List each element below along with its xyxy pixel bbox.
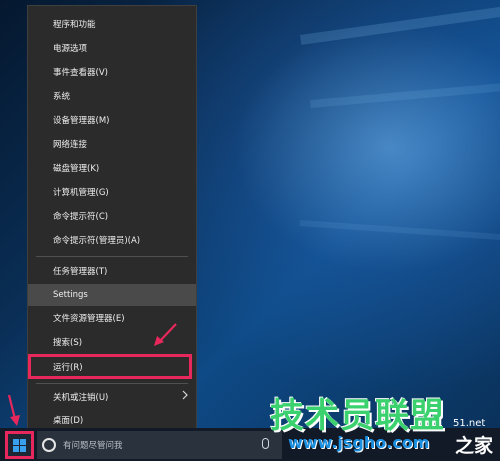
menu-item-label: 关机或注销(U) — [53, 393, 109, 403]
menu-item-label: 磁盘管理(K) — [53, 164, 100, 174]
menu-item-settings[interactable]: Settings — [28, 284, 196, 306]
menu-item-label: 设备管理器(M) — [53, 116, 110, 126]
menu-item-event-viewer[interactable]: 事件查看器(V) — [28, 62, 196, 84]
menu-item-label: 文件资源管理器(E) — [53, 314, 125, 324]
menu-separator — [36, 256, 188, 257]
watermark-brand: 技术员联盟 — [270, 396, 445, 436]
menu-item-device-manager[interactable]: 设备管理器(M) — [28, 110, 196, 132]
taskbar-search-box[interactable]: 有问题尽管问我 — [37, 431, 282, 459]
pointer-arrow-icon — [7, 394, 20, 426]
menu-item-label: 电源选项 — [53, 44, 88, 54]
menu-item-system[interactable]: 系统 — [28, 86, 196, 108]
menu-item-label: 搜索(S) — [53, 338, 83, 348]
menu-item-programs-features[interactable]: 程序和功能 — [28, 14, 196, 36]
menu-item-command-prompt[interactable]: 命令提示符(C) — [28, 206, 196, 228]
watermark-url: www.jsgho.com — [288, 433, 430, 452]
wallpaper-light-beam — [300, 1, 500, 45]
menu-item-label: 计算机管理(G) — [53, 188, 109, 198]
menu-item-label: 程序和功能 — [53, 20, 96, 30]
search-placeholder: 有问题尽管问我 — [63, 441, 123, 451]
menu-item-power-options[interactable]: 电源选项 — [28, 38, 196, 60]
menu-separator — [36, 383, 188, 384]
pointer-arrow-icon — [154, 323, 177, 346]
microphone-icon[interactable] — [262, 438, 269, 449]
menu-item-network-connections[interactable]: 网络连接 — [28, 134, 196, 156]
wallpaper-light-beam — [299, 220, 500, 243]
menu-item-label: 网络连接 — [53, 140, 88, 150]
watermark: 技术员联盟 51.net www.jsgho.com 之家 — [270, 388, 500, 461]
wallpaper-light-beam — [310, 79, 500, 108]
menu-item-label: 事件查看器(V) — [53, 68, 108, 78]
windows-logo-icon — [13, 438, 26, 452]
cortana-circle-icon — [42, 438, 56, 452]
menu-item-label: 任务管理器(T) — [53, 267, 108, 277]
run-item-highlight-box — [28, 354, 192, 379]
menu-item-command-prompt-admin[interactable]: 命令提示符(管理员)(A) — [28, 230, 196, 252]
watermark-suffix: 之家 — [455, 435, 494, 457]
menu-item-label: 系统 — [53, 92, 71, 102]
menu-item-label: 命令提示符(C) — [53, 212, 109, 222]
watermark-side-text: 51.net — [453, 418, 486, 429]
chevron-right-icon — [182, 387, 188, 409]
start-button[interactable] — [5, 431, 34, 459]
menu-item-task-manager[interactable]: 任务管理器(T) — [28, 261, 196, 283]
menu-item-label: Settings — [53, 290, 88, 300]
menu-item-disk-management[interactable]: 磁盘管理(K) — [28, 158, 196, 180]
menu-item-shutdown-signout[interactable]: 关机或注销(U) — [28, 387, 196, 409]
menu-item-label: 桌面(D) — [53, 416, 84, 426]
menu-item-label: 命令提示符(管理员)(A) — [53, 236, 141, 246]
menu-item-computer-management[interactable]: 计算机管理(G) — [28, 182, 196, 204]
